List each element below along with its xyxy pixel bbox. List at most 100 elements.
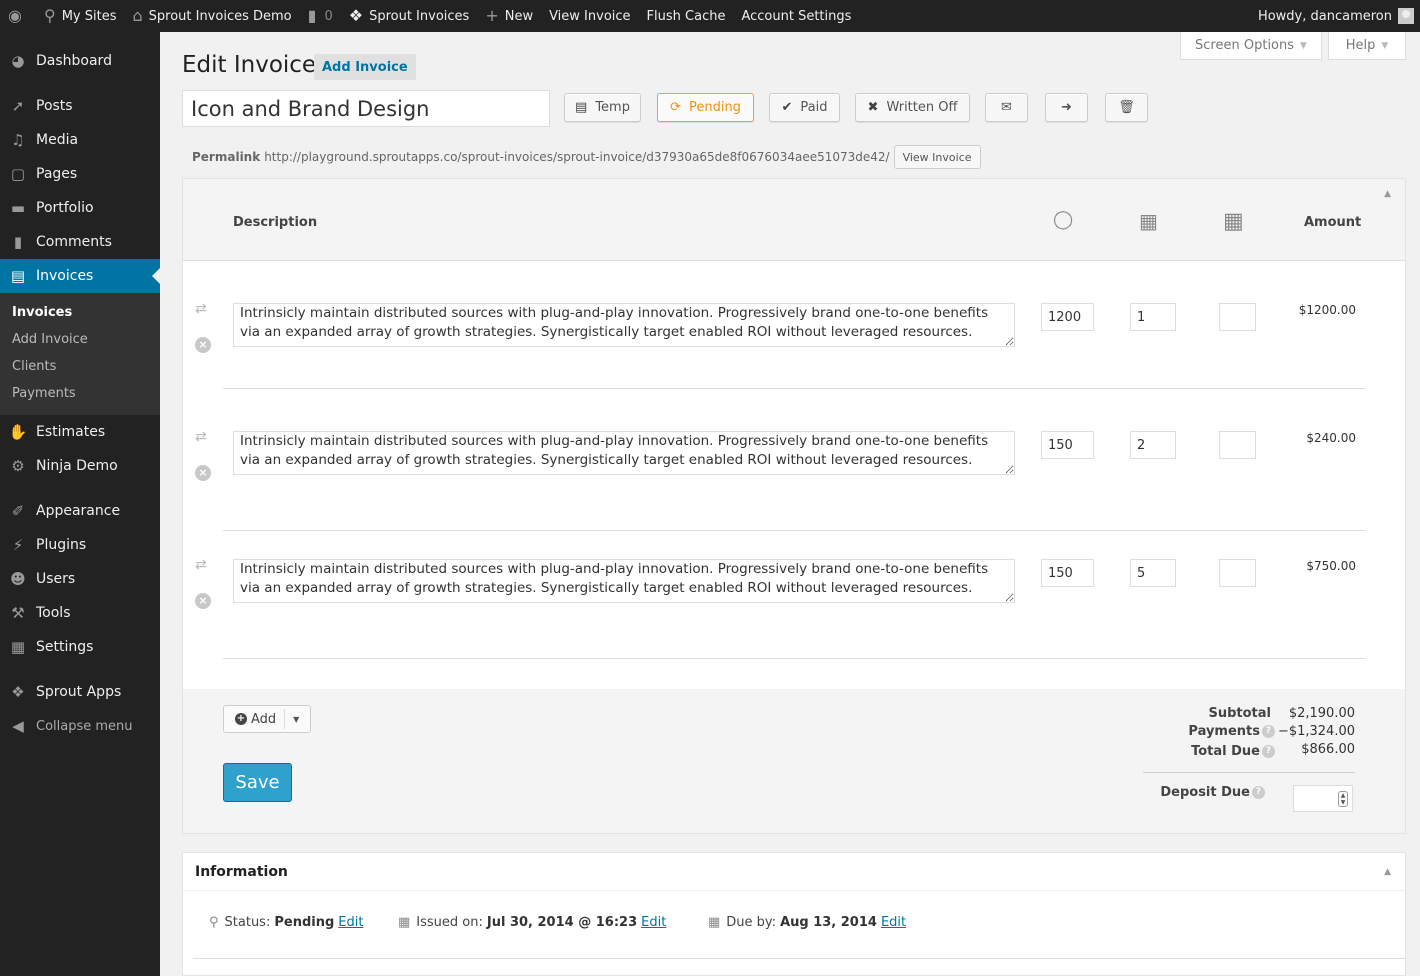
export-button[interactable]: ➜ <box>1045 93 1088 122</box>
dashboard-icon: ◕ <box>11 52 25 70</box>
export-icon: ➜ <box>1061 100 1072 115</box>
delete-button[interactable]: 🗑 <box>1105 93 1148 122</box>
sidebar-item-dashboard[interactable]: ◕ Dashboard <box>0 44 160 78</box>
invoice-icon: ▤ <box>10 267 26 285</box>
line-item-row: ⇄ × Intrinsicly maintain distributed sou… <box>183 261 1405 389</box>
submenu-add-invoice[interactable]: Add Invoice <box>0 326 160 353</box>
row-divider <box>223 658 1365 659</box>
check-icon: ✔ <box>781 100 793 115</box>
page-title: Edit Invoice <box>182 52 317 78</box>
coins-icon: ◯ <box>1053 209 1074 230</box>
edit-due-link[interactable]: Edit <box>881 915 906 930</box>
avatar <box>1398 8 1414 24</box>
sidebar-item-comments[interactable]: ▮ Comments <box>0 225 160 259</box>
line-amount: $750.00 <box>1306 559 1356 573</box>
remove-item-icon[interactable]: × <box>195 337 211 353</box>
line-amount: $1200.00 <box>1298 303 1356 317</box>
help-icon[interactable]: ? <box>1262 725 1275 738</box>
send-email-button[interactable]: ✉ <box>985 93 1028 122</box>
rate-input[interactable] <box>1041 303 1094 331</box>
help-icon[interactable]: ? <box>1262 745 1275 758</box>
tax-input[interactable] <box>1219 559 1256 587</box>
trash-icon: 🗑 <box>1118 100 1135 115</box>
information-divider <box>193 958 1405 959</box>
qty-input[interactable] <box>1130 559 1176 587</box>
submenu-payments[interactable]: Payments <box>0 380 160 407</box>
tax-input[interactable] <box>1219 431 1256 459</box>
description-input[interactable]: Intrinsicly maintain distributed sources… <box>233 303 1015 347</box>
shuffle-drag-icon[interactable]: ⇄ <box>195 429 207 445</box>
account-settings-link[interactable]: Account Settings <box>733 0 859 32</box>
help-icon[interactable]: ? <box>1252 786 1265 799</box>
remove-item-icon[interactable]: × <box>195 465 211 481</box>
pending-status-button[interactable]: ⟳ Pending <box>657 93 754 122</box>
sidebar-item-posts[interactable]: ➚ Posts <box>0 89 160 123</box>
collapse-toggle-icon[interactable]: ▲ <box>1384 189 1391 199</box>
add-item-button[interactable]: + Add ▼ <box>223 705 311 733</box>
qty-input[interactable] <box>1130 431 1176 459</box>
x-icon: ✖ <box>867 100 879 115</box>
sidebar-item-invoices[interactable]: ▤ Invoices <box>0 259 160 293</box>
gear-icon: ⚙ <box>11 457 25 475</box>
submenu-invoices[interactable]: Invoices <box>0 299 160 326</box>
sidebar-item-ninja-demo[interactable]: ⚙ Ninja Demo <box>0 449 160 483</box>
submenu-clients[interactable]: Clients <box>0 353 160 380</box>
sidebar-item-tools[interactable]: ⚒ Tools <box>0 596 160 630</box>
line-items-body: ⇄ × Intrinsicly maintain distributed sou… <box>183 261 1405 689</box>
invoice-title-input[interactable] <box>182 90 550 127</box>
deposit-due-input[interactable]: ▲ ▼ <box>1293 785 1353 812</box>
sidebar-item-pages[interactable]: ▢ Pages <box>0 157 160 191</box>
description-input[interactable]: Intrinsicly maintain distributed sources… <box>233 431 1015 475</box>
remove-item-icon[interactable]: × <box>195 593 211 609</box>
permalink-url[interactable]: http://playground.sproutapps.co/sprout-i… <box>264 150 889 164</box>
shuffle-drag-icon[interactable]: ⇄ <box>195 557 207 573</box>
collapse-toggle-icon[interactable]: ▲ <box>1384 867 1391 877</box>
add-item-dropdown[interactable]: ▼ <box>284 709 299 729</box>
new-link[interactable]: + New <box>477 0 541 32</box>
edit-issued-link[interactable]: Edit <box>641 915 666 930</box>
sidebar-item-appearance[interactable]: ✐ Appearance <box>0 494 160 528</box>
description-input[interactable]: Intrinsicly maintain distributed sources… <box>233 559 1015 603</box>
totals-divider <box>1143 772 1355 773</box>
view-invoice-link[interactable]: View Invoice <box>541 0 638 32</box>
rate-input[interactable] <box>1041 431 1094 459</box>
sidebar-item-sprout-apps[interactable]: ❖ Sprout Apps <box>0 675 160 709</box>
spinner-icon[interactable]: ▲ ▼ <box>1338 791 1348 807</box>
sidebar-item-estimates[interactable]: ✋ Estimates <box>0 415 160 449</box>
amount-header: Amount <box>1304 215 1362 230</box>
total-due-value: $866.00 <box>1301 742 1355 757</box>
sidebar-item-settings[interactable]: ▦ Settings <box>0 630 160 664</box>
sidebar-item-plugins[interactable]: ⚡ Plugins <box>0 528 160 562</box>
my-sites-link[interactable]: ⚲ My Sites <box>36 0 125 32</box>
sprout-invoices-link[interactable]: ❖ Sprout Invoices <box>341 0 478 32</box>
wordpress-icon: ◉ <box>8 6 22 25</box>
folder-icon: ▬ <box>10 199 26 217</box>
view-invoice-button[interactable]: View Invoice <box>893 145 981 169</box>
temp-status-button[interactable]: ▤ Temp <box>564 93 641 122</box>
qty-input[interactable] <box>1130 303 1176 331</box>
comments-link[interactable]: ▮ 0 <box>300 0 341 32</box>
sidebar-item-users[interactable]: ☻ Users <box>0 562 160 596</box>
flush-cache-link[interactable]: Flush Cache <box>639 0 734 32</box>
pin-icon: ➚ <box>11 97 25 115</box>
pin-icon: ⚲ <box>209 915 219 930</box>
save-button[interactable]: Save <box>223 763 292 802</box>
collapse-menu-button[interactable]: ◀ Collapse menu <box>0 709 160 743</box>
screen-options-button[interactable]: Screen Options ▼ <box>1180 32 1322 60</box>
shuffle-drag-icon[interactable]: ⇄ <box>195 301 207 317</box>
sidebar-item-portfolio[interactable]: ▬ Portfolio <box>0 191 160 225</box>
help-button[interactable]: Help ▼ <box>1328 32 1406 60</box>
description-header: Description <box>233 215 318 230</box>
tax-input[interactable] <box>1219 303 1256 331</box>
wordpress-logo[interactable]: ◉ <box>0 0 36 32</box>
site-name-link[interactable]: ⌂ Sprout Invoices Demo <box>124 0 299 32</box>
sidebar-item-media[interactable]: ♫ Media <box>0 123 160 157</box>
rate-input[interactable] <box>1041 559 1094 587</box>
edit-status-link[interactable]: Edit <box>338 915 363 930</box>
written-off-status-button[interactable]: ✖ Written Off <box>855 93 970 122</box>
paid-status-button[interactable]: ✔ Paid <box>769 93 840 122</box>
hands-icon: ✋ <box>8 423 28 441</box>
chevron-down-icon: ▼ <box>1381 40 1389 51</box>
add-invoice-button[interactable]: Add Invoice <box>314 54 416 80</box>
my-account-link[interactable]: Howdy, dancameron <box>1250 0 1420 32</box>
